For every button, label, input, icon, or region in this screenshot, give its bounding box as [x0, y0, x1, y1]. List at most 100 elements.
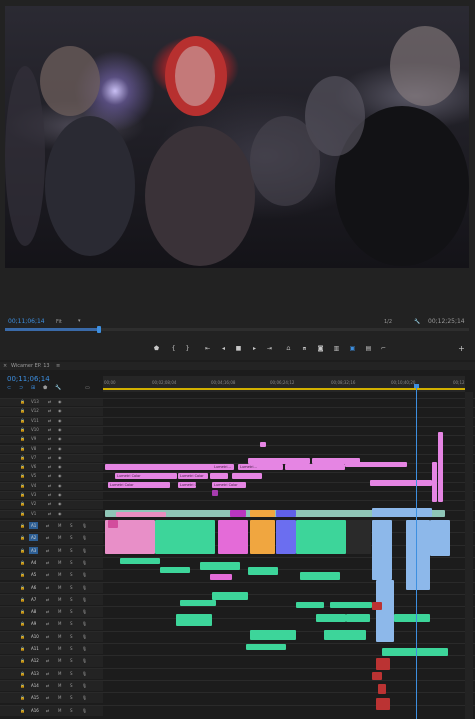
sync-icon[interactable]: ⇄	[46, 585, 49, 590]
step-back-icon[interactable]: ◂	[218, 345, 229, 352]
microphone-icon[interactable]: 🎙	[82, 658, 87, 663]
lock-icon[interactable]: 🔒	[20, 621, 25, 626]
lock-icon[interactable]: 🔒	[20, 473, 25, 478]
zoom-select[interactable]: Fit	[56, 319, 62, 325]
sync-icon[interactable]: ⇄	[46, 560, 49, 565]
menu-icon[interactable]: ≡	[56, 363, 60, 369]
lock-icon[interactable]: 🔒	[20, 492, 25, 497]
microphone-icon[interactable]: 🎙	[82, 621, 87, 626]
microphone-icon[interactable]: 🎙	[82, 572, 87, 577]
lock-icon[interactable]: 🔒	[20, 634, 25, 639]
stop-icon[interactable]: ■	[233, 345, 244, 352]
lock-icon[interactable]: 🔒	[20, 597, 25, 602]
mute-button[interactable]: M	[58, 646, 61, 651]
microphone-icon[interactable]: 🎙	[82, 535, 87, 540]
lumetri-clip[interactable]: Lumetri...	[212, 464, 234, 470]
in-point-icon[interactable]: {	[168, 345, 179, 352]
marker-icon[interactable]: ⬟	[151, 345, 162, 352]
adjustment-clip[interactable]	[370, 480, 432, 486]
microphone-icon[interactable]: 🎙	[82, 634, 87, 639]
lock-icon[interactable]: 🔒	[20, 511, 25, 516]
mute-button[interactable]: M	[58, 548, 61, 553]
wrench-icon[interactable]: 🔧	[414, 319, 420, 325]
audio-clip[interactable]	[120, 558, 160, 564]
microphone-icon[interactable]: 🎙	[82, 585, 87, 590]
audio-clip[interactable]	[108, 520, 118, 528]
eye-icon[interactable]: ◉	[58, 492, 62, 497]
audio-track-header[interactable]: 🔒 A5 ⇄ M S 🎙	[0, 569, 103, 581]
eye-icon[interactable]: ◉	[58, 455, 62, 460]
audio-clip[interactable]	[276, 520, 296, 554]
vertical-scrollbar[interactable]	[465, 392, 473, 719]
time-ruler[interactable]: 00;00 00;02;08;04 00;04;16;08 00;06;24;1…	[103, 376, 465, 392]
mute-button[interactable]: M	[58, 683, 61, 688]
sync-icon[interactable]: ⇄	[46, 695, 49, 700]
nested-audio-clip[interactable]	[372, 520, 392, 580]
audio-track-header[interactable]: 🔒 A16 ⇄ M S 🎙	[0, 704, 103, 716]
lock-icon[interactable]: 🔒	[20, 455, 25, 460]
microphone-icon[interactable]: 🎙	[82, 671, 87, 676]
adjustment-clip[interactable]	[345, 462, 407, 467]
lock-icon[interactable]: 🔒	[20, 427, 25, 432]
lock-icon[interactable]: 🔒	[20, 708, 25, 713]
sync-icon[interactable]: ⇄	[48, 436, 51, 441]
sync-icon[interactable]: ⇄	[46, 646, 49, 651]
video-track-header[interactable]: 🔒 V7 ⇄ ◉	[0, 453, 103, 463]
lock-icon[interactable]: 🔒	[20, 671, 25, 676]
adjustment-clip[interactable]	[260, 442, 266, 447]
audio-track-header[interactable]: 🔒 A11 ⇄ M S 🎙	[0, 643, 103, 655]
microphone-icon[interactable]: 🎙	[82, 695, 87, 700]
audio-clip[interactable]	[176, 614, 212, 626]
mute-button[interactable]: M	[58, 634, 61, 639]
mute-button[interactable]: M	[58, 535, 61, 540]
audio-track-header[interactable]: 🔒 A15 ⇄ M S 🎙	[0, 692, 103, 704]
sync-icon[interactable]: ⇄	[48, 483, 51, 488]
sync-icon[interactable]: ⇄	[46, 658, 49, 663]
audio-clip[interactable]	[372, 672, 382, 680]
solo-button[interactable]: S	[70, 695, 73, 700]
solo-button[interactable]: S	[70, 548, 73, 553]
lumetri-clip[interactable]: Lumetri Color	[115, 473, 177, 479]
solo-button[interactable]: S	[70, 658, 73, 663]
eye-icon[interactable]: ◉	[58, 399, 62, 404]
camera-icon[interactable]: ◙	[315, 345, 326, 352]
audio-clip[interactable]	[155, 520, 215, 554]
eye-icon[interactable]: ◉	[58, 427, 62, 432]
lock-icon[interactable]: 🔒	[20, 609, 25, 614]
sync-icon[interactable]: ⇄	[46, 671, 49, 676]
sync-icon[interactable]: ⇄	[48, 511, 51, 516]
adjustment-clip[interactable]	[212, 490, 218, 496]
lock-icon[interactable]: 🔒	[20, 572, 25, 577]
lumetri-clip[interactable]: Lumetri Color	[178, 473, 208, 479]
video-clip[interactable]	[250, 510, 275, 517]
audio-track-header[interactable]: 🔒 A1 ⇄ M S 🎙	[0, 520, 103, 532]
mute-button[interactable]: M	[58, 708, 61, 713]
lock-icon[interactable]: 🔒	[20, 523, 25, 528]
audio-clip[interactable]	[382, 648, 448, 656]
sync-icon[interactable]: ⇄	[48, 408, 51, 413]
audio-track-header[interactable]: 🔒 A4 ⇄ M S 🎙	[0, 556, 103, 569]
caption-icon[interactable]: ▭	[85, 385, 90, 391]
lock-icon[interactable]: 🔒	[20, 399, 25, 404]
audio-clip[interactable]	[330, 602, 372, 608]
lock-icon[interactable]: 🔒	[20, 464, 25, 469]
lock-icon[interactable]: 🔒	[20, 446, 25, 451]
eye-icon[interactable]: ◉	[58, 473, 62, 478]
work-area-bar[interactable]	[103, 388, 465, 390]
audio-clip[interactable]	[376, 658, 390, 670]
solo-button[interactable]: S	[70, 535, 73, 540]
eye-icon[interactable]: ◉	[58, 418, 62, 423]
video-track-header[interactable]: 🔒 V8 ⇄ ◉	[0, 444, 103, 453]
sync-icon[interactable]: ⇄	[48, 473, 51, 478]
snap-icon[interactable]: ⊂	[7, 385, 11, 391]
video-clip[interactable]	[276, 510, 296, 517]
video-track-header[interactable]: 🔒 V13 ⇄ ◉	[0, 398, 103, 407]
sync-icon[interactable]: ⇄	[48, 492, 51, 497]
mute-button[interactable]: M	[58, 621, 61, 626]
video-track-header[interactable]: 🔒 V5 ⇄ ◉	[0, 472, 103, 481]
lock-icon[interactable]: 🔒	[20, 560, 25, 565]
microphone-icon[interactable]: 🎙	[82, 523, 87, 528]
sync-icon[interactable]: ⇄	[46, 683, 49, 688]
lock-icon[interactable]: 🔒	[20, 483, 25, 488]
sequence-timecode[interactable]: 00;11;06;14	[7, 375, 50, 383]
